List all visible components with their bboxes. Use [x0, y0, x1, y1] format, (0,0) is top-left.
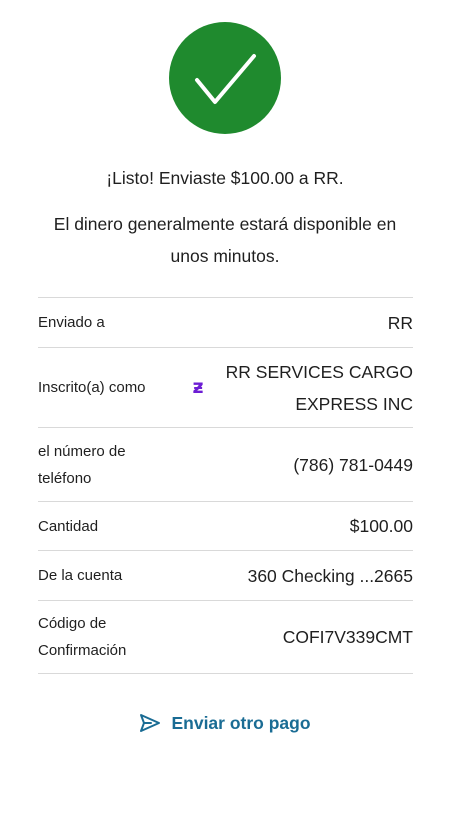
detail-row-from-account: De la cuenta 360 Checking ...2665: [38, 550, 413, 600]
detail-row-recipient: Enviado a RR: [38, 297, 413, 347]
detail-value: 360 Checking ...2665: [247, 565, 413, 586]
send-icon: [139, 712, 161, 734]
detail-row-phone: el número de teléfono (786) 781-0449: [38, 427, 413, 501]
detail-label: Código de Confirmación: [38, 615, 127, 659]
transfer-details: Enviado a RR Inscrito(a) como ƶ RR SERVI…: [38, 297, 413, 674]
detail-row-amount: Cantidad $100.00: [38, 501, 413, 550]
zelle-icon: ƶ: [192, 376, 204, 398]
detail-row-enrolled-as: Inscrito(a) como ƶ RR SERVICES CARGO EXP…: [38, 347, 413, 427]
detail-value: RR: [387, 312, 413, 333]
detail-value: $100.00: [349, 516, 413, 536]
detail-label: De la cuenta: [38, 567, 123, 584]
detail-value: COFI7V339CMT: [282, 627, 413, 647]
detail-label: Inscrito(a) como: [38, 379, 146, 396]
detail-value: RR SERVICES CARGO EXPRESS INC: [225, 361, 413, 414]
detail-label: el número de teléfono: [38, 442, 126, 487]
confirmation-headline: ¡Listo! Enviaste $100.00 a RR.: [106, 168, 344, 188]
detail-label: Cantidad: [38, 517, 99, 535]
confirmation-subline: El dinero generalmente estará disponible…: [53, 214, 397, 266]
success-check-icon: [169, 22, 281, 134]
detail-value: (786) 781-0449: [293, 454, 413, 475]
send-another-payment-label: Enviar otro pago: [171, 713, 311, 733]
detail-row-confirmation-code: Código de Confirmación COFI7V339CMT: [38, 600, 413, 674]
detail-label: Enviado a: [38, 314, 105, 331]
send-another-payment-button[interactable]: Enviar otro pago: [0, 710, 450, 736]
